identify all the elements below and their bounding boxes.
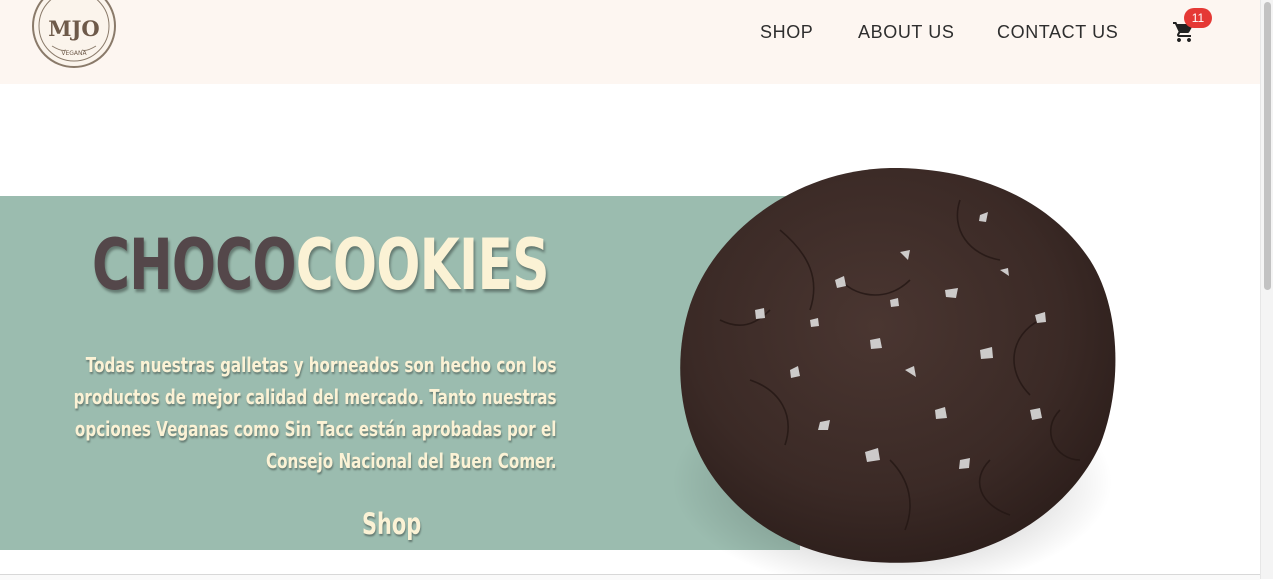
nav-item-contact-us[interactable]: CONTACT US [997, 22, 1118, 43]
cart-count-badge: 11 [1184, 8, 1212, 28]
hero-description: Todas nuestras galletas y horneados son … [73, 353, 557, 473]
nav-item-shop[interactable]: SHOP [760, 22, 813, 43]
hero-title-cookies: COOKIES [295, 224, 550, 306]
chocolate-cookie-image [660, 160, 1130, 584]
logo-badge-icon: MJO VEGANA [32, 0, 116, 68]
nav-item-about-us[interactable]: ABOUT US [858, 22, 955, 43]
hero-shop-link[interactable]: Shop [362, 505, 421, 543]
cart-button[interactable]: 11 [1170, 8, 1212, 46]
scrollbar-thumb[interactable] [1264, 2, 1271, 290]
hero-title-choco: CHOCO [92, 224, 296, 306]
site-header: MJO VEGANA SHOP ABOUT US CONTACT US 11 [0, 0, 1260, 84]
brand-logo[interactable]: MJO VEGANA [32, 0, 116, 68]
page-scrollbar[interactable] [1260, 0, 1273, 579]
hero-title: CHOCOCOOKIES [92, 222, 550, 308]
page-divider [0, 574, 1260, 580]
logo-text: MJO [48, 16, 99, 41]
logo-subtext: VEGANA [61, 50, 87, 57]
